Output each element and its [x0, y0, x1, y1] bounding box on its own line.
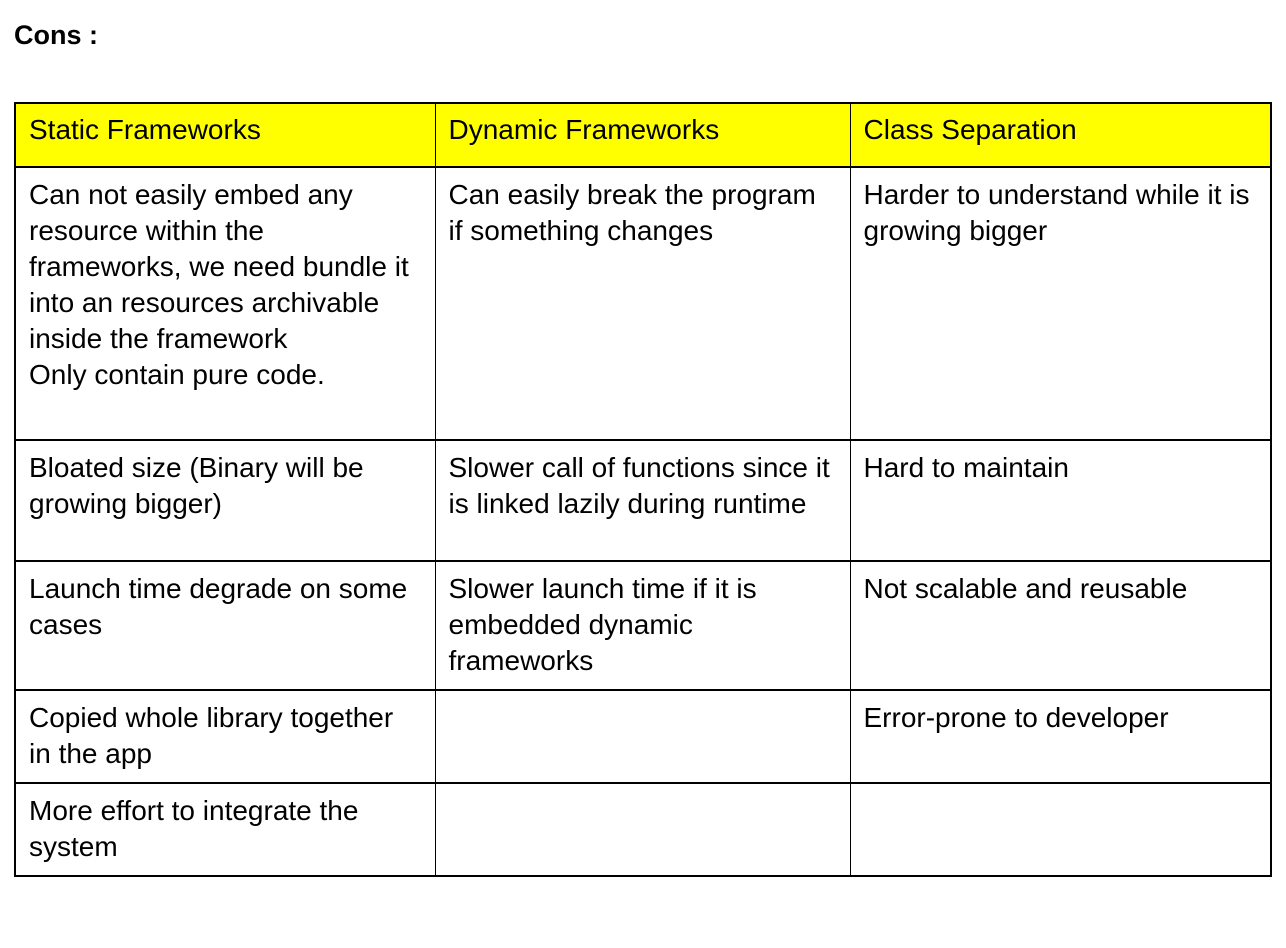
cell-text: Can easily break the program if somethin… — [448, 179, 816, 246]
cell-text: Copied whole library together in the app — [29, 702, 394, 769]
cell-static-frameworks: More effort to integrate the system — [14, 782, 436, 877]
cell-class-separation: Not scalable and reusable — [849, 560, 1272, 691]
cell-text: Can not easily embed any resource within… — [29, 179, 409, 354]
cell-static-frameworks: Copied whole library together in the app — [14, 689, 436, 784]
table-header: Static Frameworks Dynamic Frameworks Cla… — [14, 102, 1272, 168]
cell-class-separation — [849, 782, 1272, 877]
page-title: Cons : — [14, 20, 98, 50]
cell-text: Error-prone to developer — [863, 702, 1169, 733]
page-root: Cons : Static Frameworks Dynamic Framewo… — [0, 0, 1286, 948]
table-row: More effort to integrate the system — [14, 782, 1272, 877]
cell-class-separation: Hard to maintain — [849, 439, 1272, 562]
cell-text: Slower call of functions since it is lin… — [448, 452, 830, 519]
cell-class-separation: Error-prone to developer — [849, 689, 1272, 784]
cell-text — [864, 793, 1259, 794]
cell-text — [449, 700, 838, 701]
table-row: Can not easily embed any resource within… — [14, 166, 1272, 441]
cell-text: More effort to integrate the system — [29, 795, 359, 862]
cell-text — [449, 793, 838, 794]
column-header-class-separation: Class Separation — [849, 102, 1272, 168]
cell-text-secondary: Only contain pure code. — [29, 359, 325, 390]
cell-dynamic-frameworks — [434, 782, 851, 877]
cell-class-separation: Harder to understand while it is growing… — [849, 166, 1272, 441]
table-row: Copied whole library together in the app… — [14, 689, 1272, 784]
cell-static-frameworks: Launch time degrade on some cases — [14, 560, 436, 691]
cell-dynamic-frameworks: Slower launch time if it is embedded dyn… — [434, 560, 851, 691]
cell-text: Launch time degrade on some cases — [29, 573, 408, 640]
cell-text: Slower launch time if it is embedded dyn… — [448, 573, 757, 676]
cell-static-frameworks: Can not easily embed any resource within… — [14, 166, 436, 441]
cell-text: Hard to maintain — [863, 452, 1069, 483]
cell-dynamic-frameworks: Slower call of functions since it is lin… — [434, 439, 851, 562]
cell-dynamic-frameworks: Can easily break the program if somethin… — [434, 166, 851, 441]
cons-comparison-table: Static Frameworks Dynamic Frameworks Cla… — [14, 102, 1272, 877]
table-row: Launch time degrade on some cases Slower… — [14, 560, 1272, 691]
cell-static-frameworks: Bloated size (Binary will be growing big… — [14, 439, 436, 562]
cell-text: Not scalable and reusable — [863, 573, 1188, 604]
cell-text: Bloated size (Binary will be growing big… — [29, 452, 364, 519]
column-header-static-frameworks: Static Frameworks — [14, 102, 436, 168]
table-row: Bloated size (Binary will be growing big… — [14, 439, 1272, 562]
cell-text: Harder to understand while it is growing… — [863, 179, 1250, 246]
column-header-dynamic-frameworks: Dynamic Frameworks — [434, 102, 851, 168]
table-header-row: Static Frameworks Dynamic Frameworks Cla… — [14, 102, 1272, 168]
table-body: Can not easily embed any resource within… — [14, 166, 1272, 877]
cell-dynamic-frameworks — [434, 689, 851, 784]
